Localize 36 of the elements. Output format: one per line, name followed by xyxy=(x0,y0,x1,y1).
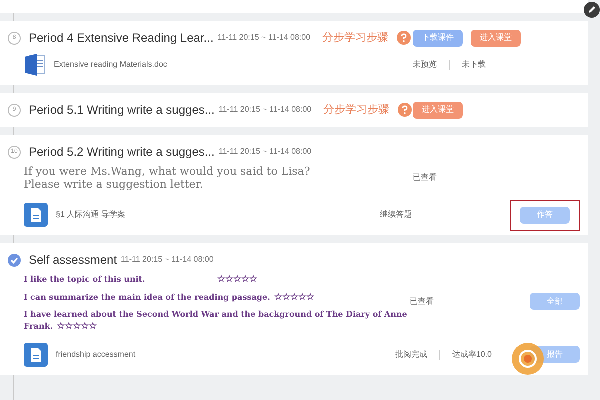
document-icon xyxy=(24,342,48,366)
status-text: 批阅完成 xyxy=(395,348,428,360)
status-text: 已查看 xyxy=(413,172,437,184)
help-icon[interactable] xyxy=(398,103,412,117)
word-document-icon xyxy=(24,53,46,77)
status-text: 未预览 xyxy=(413,59,437,71)
status-text: 继续答题 xyxy=(380,209,412,221)
assessment-statement: I can summarize the main idea of the reading passage. ☆☆☆☆☆ xyxy=(24,290,316,304)
task-time: 11-11 20:15 ~ 11-14 08:00 xyxy=(218,32,311,44)
task-title[interactable]: Period 5.1 Writing write a sugges... xyxy=(29,101,215,119)
task-title[interactable]: Period 5.2 Writing write a sugges... xyxy=(29,143,215,161)
task-time: 11-11 20:15 ~ 11-14 08:00 xyxy=(121,254,214,266)
floating-target-icon[interactable] xyxy=(512,343,544,375)
edit-icon[interactable] xyxy=(584,2,600,18)
document-icon xyxy=(24,203,48,227)
course-button[interactable]: 进入课堂 xyxy=(471,30,521,46)
file-name[interactable]: friendship accessment xyxy=(56,348,136,360)
task-time: 11-11 20:15 ~ 11-14 08:00 xyxy=(218,104,312,116)
answer-button[interactable]: 作答 xyxy=(520,206,570,224)
status-text: 未下载 xyxy=(462,59,486,71)
file-name[interactable]: §1 人际沟通 导学案 xyxy=(56,209,126,221)
file-name[interactable]: Extensive reading Materials.doc xyxy=(54,59,168,71)
task-title[interactable]: Period 4 Extensive Reading Lear... xyxy=(29,29,214,47)
course-button[interactable]: 下载课件 xyxy=(413,30,463,46)
task-title[interactable]: Self assessment xyxy=(29,251,118,269)
all-button[interactable]: 全部 xyxy=(530,293,580,310)
question-text: If you were Ms.Wang, what would you said to Lisa? Please write a suggestion letter. xyxy=(24,165,312,191)
course-button[interactable]: 进入课堂 xyxy=(413,102,463,118)
steps-link[interactable]: 分步学习步骤 xyxy=(322,30,389,46)
help-icon[interactable] xyxy=(396,31,411,45)
status-text: 达成率10.0 xyxy=(452,348,492,360)
steps-link[interactable]: 分步学习步骤 xyxy=(324,102,390,118)
task-time: 11-11 20:15 ~ 11-14 08:00 xyxy=(218,146,312,158)
assessment-statement: I have learned about the Second World War and the background of The Diary of Anne Frank. ☆☆☆☆☆ xyxy=(24,308,408,334)
assessment-statement: I like the topic of this unit. ☆☆☆☆☆ xyxy=(24,273,258,287)
status-text: 已查看 xyxy=(410,296,435,308)
